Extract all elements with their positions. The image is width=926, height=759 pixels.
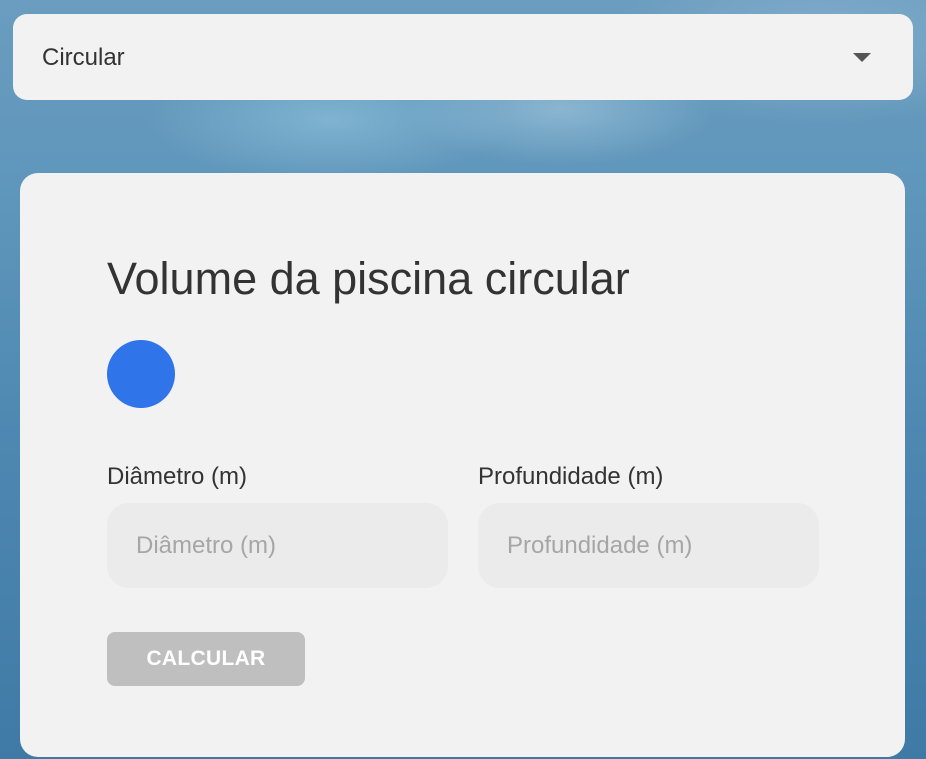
diameter-label: Diâmetro (m) bbox=[107, 463, 248, 490]
pool-shape-select[interactable]: Circular bbox=[13, 14, 913, 100]
calculate-button[interactable]: CALCULAR bbox=[107, 632, 305, 686]
caret-down-icon[interactable] bbox=[853, 53, 871, 62]
depth-label: Profundidade (m) bbox=[478, 463, 664, 490]
depth-input[interactable] bbox=[478, 503, 819, 588]
circle-shape-icon bbox=[107, 340, 175, 408]
card-title: Volume da piscina circular bbox=[107, 253, 630, 304]
pool-volume-card: Volume da piscina circular Diâmetro (m) … bbox=[20, 173, 905, 757]
pool-shape-selected-value: Circular bbox=[42, 44, 125, 71]
diameter-input[interactable] bbox=[107, 503, 448, 588]
